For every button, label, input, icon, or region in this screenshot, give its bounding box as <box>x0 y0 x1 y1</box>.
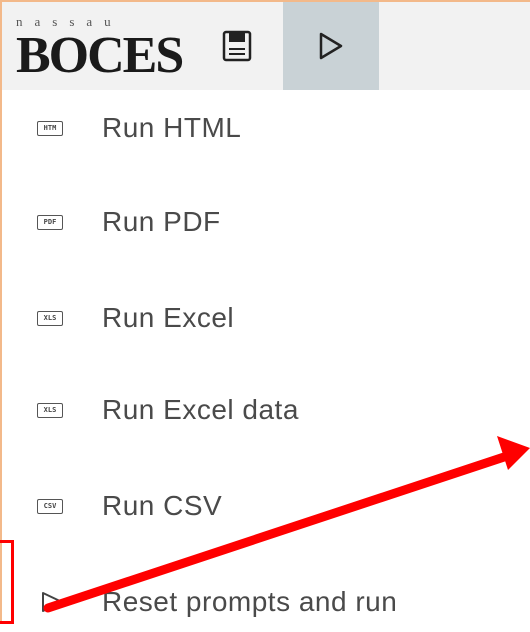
xls-file-icon: XLS <box>37 402 63 418</box>
menu-item-label: Reset prompts and run <box>102 586 398 617</box>
save-button[interactable] <box>202 2 272 90</box>
menu-item-label: Run PDF <box>102 206 221 237</box>
boces-logo: nassau BOCES <box>16 12 184 84</box>
highlight-box <box>0 540 14 624</box>
xls-file-icon: XLS <box>37 310 63 326</box>
logo-big-text: BOCES <box>16 27 184 84</box>
menu-item-run-excel-data[interactable]: XLS Run Excel data <box>2 380 530 440</box>
menu-item-label: Run Excel <box>102 302 235 333</box>
menu-item-run-excel[interactable]: XLS Run Excel <box>2 288 530 348</box>
run-button[interactable] <box>283 2 379 90</box>
toolbar: nassau BOCES <box>2 2 530 91</box>
play-icon <box>319 32 343 60</box>
save-icon <box>222 30 252 62</box>
pdf-file-icon: PDF <box>37 214 63 230</box>
menu-item-label: Run Excel data <box>102 394 299 425</box>
menu-item-label: Run CSV <box>102 490 223 521</box>
menu-item-run-pdf[interactable]: PDF Run PDF <box>2 192 530 252</box>
html-file-icon: HTM <box>37 120 63 136</box>
menu-item-run-csv[interactable]: CSV Run CSV <box>2 476 530 536</box>
run-dropdown-menu: HTM Run HTML PDF Run PDF XLS Run Excel X… <box>2 90 530 624</box>
csv-file-icon: CSV <box>37 498 63 514</box>
menu-item-label: Run HTML <box>102 112 242 143</box>
play-outline-icon <box>42 592 63 612</box>
menu-item-run-html[interactable]: HTM Run HTML <box>2 98 530 158</box>
menu-item-reset-prompts-and-run[interactable]: Reset prompts and run <box>2 572 530 632</box>
